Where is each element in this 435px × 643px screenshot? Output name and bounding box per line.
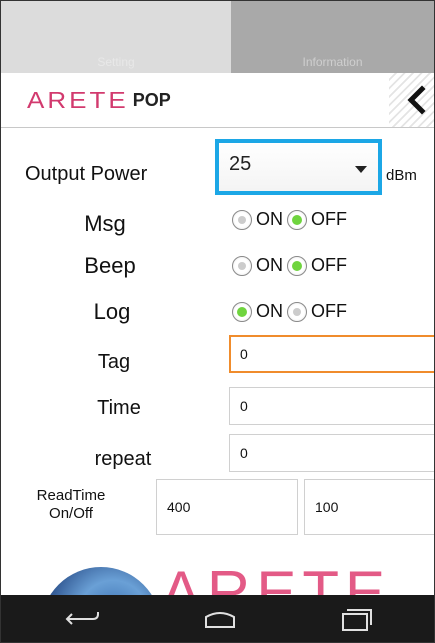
repeat-input[interactable]: 0 — [229, 434, 434, 472]
readtime-label: ReadTime On/Off — [23, 487, 119, 523]
footer-logo-text: ARETE — [161, 563, 391, 595]
logo-main-text: ARETE — [27, 86, 129, 114]
beep-label: Beep — [84, 253, 136, 278]
log-radio-group: ON OFF — [232, 301, 351, 322]
tag-label: Tag — [97, 351, 131, 373]
recents-nav-icon[interactable] — [335, 605, 375, 633]
beep-on-radio[interactable] — [232, 255, 252, 276]
app-window: Setting Information ARETE POP Output Pow… — [0, 0, 435, 643]
back-nav-icon[interactable] — [61, 607, 101, 631]
log-off-radio[interactable] — [287, 301, 307, 322]
back-arrow-icon[interactable] — [404, 85, 430, 115]
msg-radio-group: ON OFF — [232, 209, 351, 230]
log-off-label: OFF — [311, 301, 347, 321]
arete-pop-logo: ARETE POP — [27, 86, 171, 114]
msg-on-label: ON — [256, 209, 283, 229]
tab-setting[interactable]: Setting — [1, 1, 231, 73]
log-on-radio[interactable] — [232, 301, 252, 322]
output-power-label: Output Power — [25, 163, 148, 185]
beep-off-label: OFF — [311, 255, 347, 275]
time-input[interactable]: 0 — [229, 387, 434, 425]
msg-off-label: OFF — [311, 209, 347, 229]
tab-bar: Setting Information — [1, 1, 434, 73]
readtime-off-input[interactable]: 100 — [304, 479, 434, 535]
app-header: ARETE POP — [1, 73, 434, 128]
msg-off-radio[interactable] — [287, 209, 307, 230]
output-power-unit: dBm — [386, 167, 417, 184]
msg-label: Msg — [84, 211, 126, 236]
chevron-down-icon — [355, 166, 367, 173]
output-power-value: 25 — [229, 153, 252, 175]
log-label: Log — [93, 299, 131, 324]
home-nav-icon[interactable] — [200, 607, 240, 631]
beep-radio-group: ON OFF — [232, 255, 351, 276]
output-power-select[interactable]: 25 — [215, 139, 382, 195]
readtime-label-line1: ReadTime — [36, 487, 106, 504]
beep-off-radio[interactable] — [287, 255, 307, 276]
beep-on-label: ON — [256, 255, 283, 275]
repeat-label: repeat — [94, 448, 152, 470]
tab-information-label: Information — [302, 55, 363, 69]
system-nav-bar — [1, 595, 434, 642]
readtime-label-line2: On/Off — [49, 505, 93, 522]
msg-on-radio[interactable] — [232, 209, 252, 230]
tag-input[interactable]: 0 — [229, 335, 434, 373]
time-label: Time — [97, 397, 141, 419]
tab-information[interactable]: Information — [231, 1, 434, 73]
logo-sub-text: POP — [132, 89, 171, 110]
tab-setting-label: Setting — [97, 55, 135, 69]
readtime-on-input[interactable]: 400 — [156, 479, 298, 535]
log-on-label: ON — [256, 301, 283, 321]
